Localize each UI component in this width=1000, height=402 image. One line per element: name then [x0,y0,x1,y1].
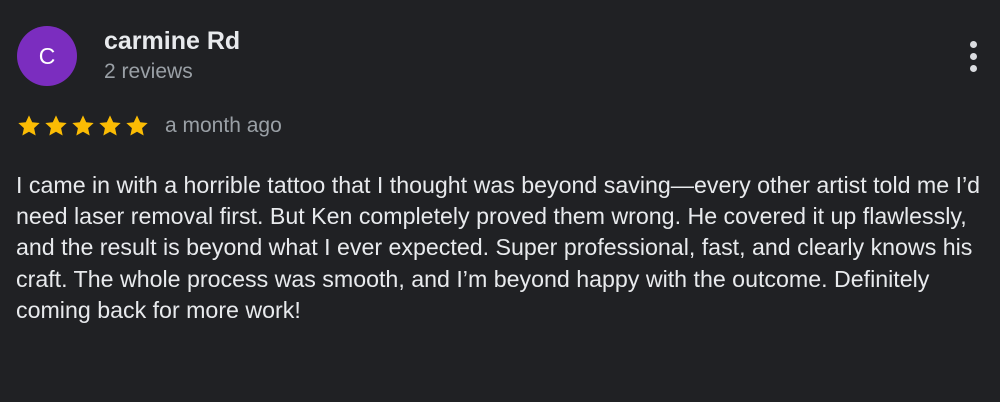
star-icon [97,113,123,139]
star-icon [124,113,150,139]
avatar[interactable]: C [17,26,77,86]
reviewer-review-count: 2 reviews [104,60,193,83]
reviewer-name[interactable]: carmine Rd [104,26,240,56]
review-text: I came in with a horrible tattoo that I … [16,172,981,323]
more-vert-icon-dot [969,64,977,72]
star-icon [16,113,42,139]
more-options-button[interactable] [958,36,988,76]
star-icon [70,113,96,139]
avatar-initial: C [38,42,56,69]
star-rating [16,113,150,139]
star-icon [43,113,69,139]
rating-row: a month ago [16,113,282,139]
more-vert-icon-dot [969,40,977,48]
review-time: a month ago [165,114,282,137]
more-vert-icon-dot [969,52,977,60]
review-card: C carmine Rd 2 reviews a month ago I cam… [0,0,1000,402]
